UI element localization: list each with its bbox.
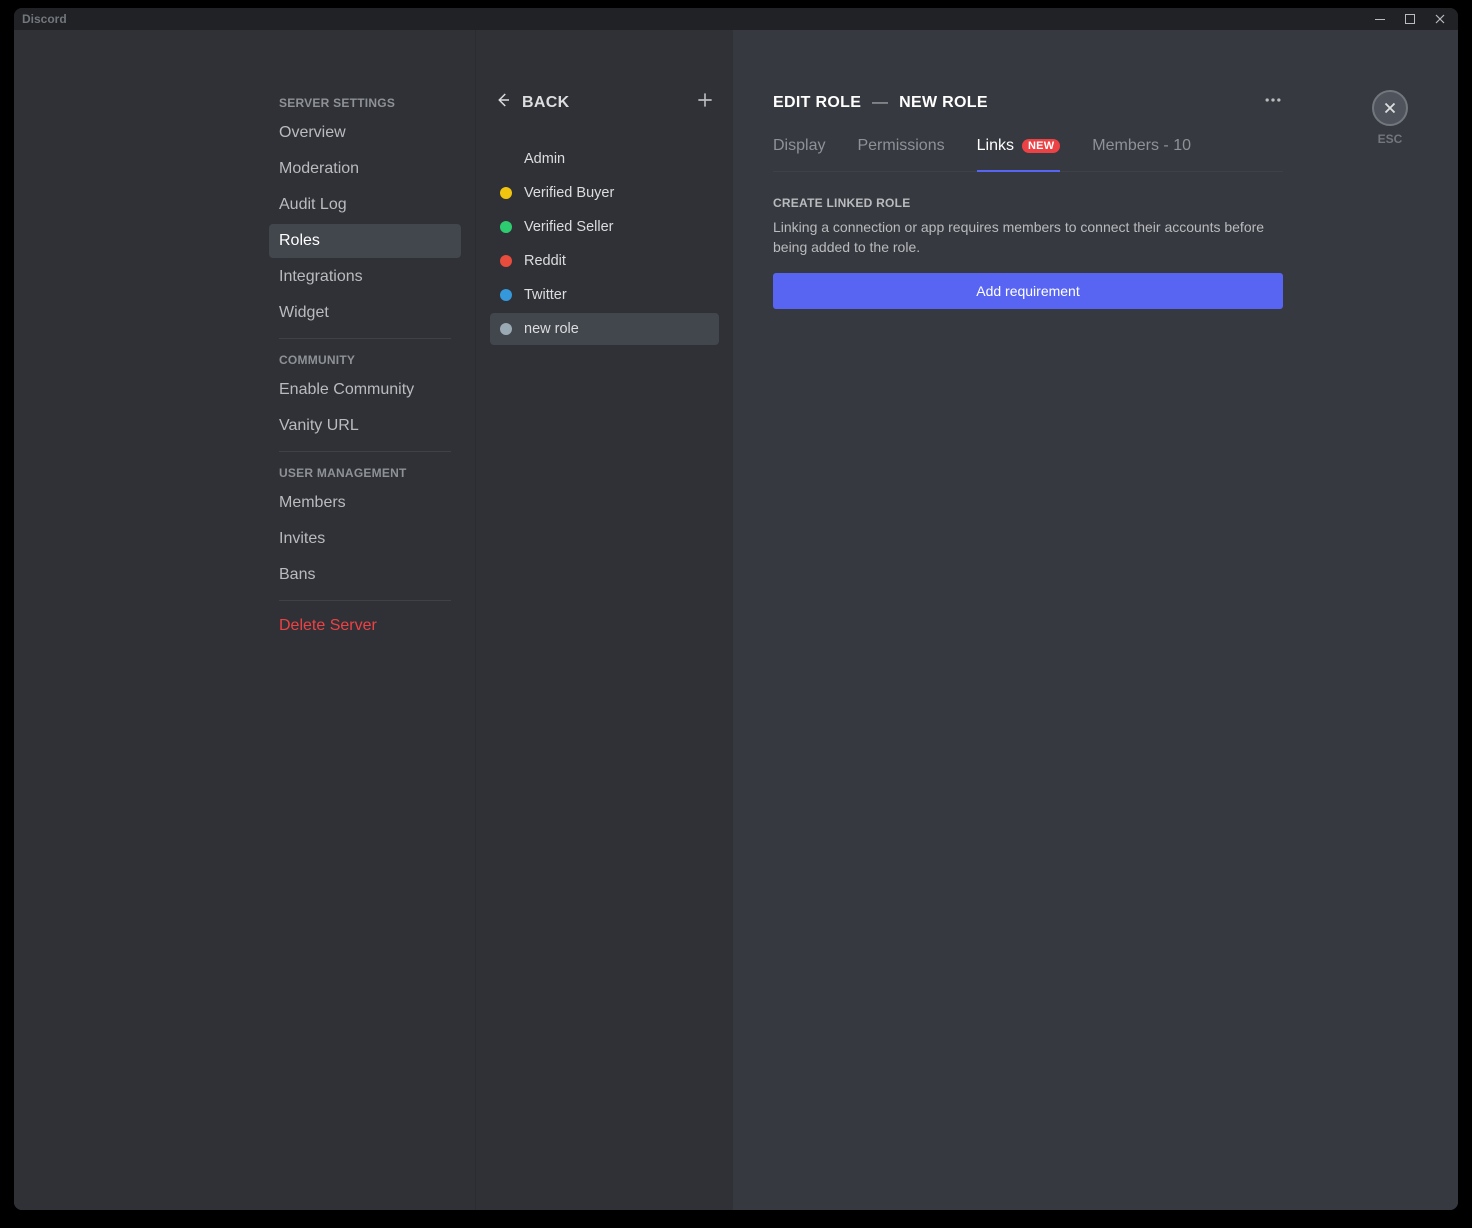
window-titlebar: Discord [14, 8, 1458, 30]
add-role-button[interactable] [695, 90, 715, 115]
role-color-dot [500, 289, 512, 301]
divider [279, 451, 451, 452]
role-item-admin[interactable]: Admin [490, 143, 719, 175]
tab-permissions[interactable]: Permissions [857, 137, 944, 171]
role-label: Reddit [524, 253, 566, 269]
nav-vanity-url[interactable]: Vanity URL [269, 409, 461, 443]
tab-label: Members - 10 [1092, 137, 1191, 155]
more-options-button[interactable] [1263, 90, 1283, 115]
arrow-left-icon [494, 91, 512, 114]
nav-label: Bans [279, 566, 315, 583]
nav-bans[interactable]: Bans [269, 558, 461, 592]
nav-overview[interactable]: Overview [269, 116, 461, 150]
window-title: Discord [22, 12, 1374, 26]
nav-label: Enable Community [279, 381, 414, 398]
role-label: new role [524, 321, 579, 337]
section-header-user-management: USER MANAGEMENT [269, 460, 461, 486]
title-prefix: EDIT ROLE [773, 94, 861, 111]
role-color-dot [500, 187, 512, 199]
nav-label: Roles [279, 232, 320, 249]
role-label: Admin [524, 151, 565, 167]
window-maximize-button[interactable] [1404, 13, 1416, 25]
divider [279, 338, 451, 339]
divider [279, 600, 451, 601]
title-role-name: NEW ROLE [899, 94, 988, 111]
new-badge: NEW [1022, 139, 1060, 153]
nav-roles[interactable]: Roles [269, 224, 461, 258]
nav-label: Overview [279, 124, 346, 141]
settings-sidebar: SERVER SETTINGS Overview Moderation Audi… [14, 30, 475, 1210]
role-color-dot [500, 255, 512, 267]
plus-icon [695, 90, 715, 115]
linked-role-heading: CREATE LINKED ROLE [773, 196, 1283, 210]
close-settings-button[interactable]: ESC [1372, 90, 1408, 146]
role-item-twitter[interactable]: Twitter [490, 279, 719, 311]
role-item-verified-buyer[interactable]: Verified Buyer [490, 177, 719, 209]
section-header-server-settings: SERVER SETTINGS [269, 90, 461, 116]
esc-label: ESC [1378, 132, 1403, 146]
nav-label: Integrations [279, 268, 363, 285]
role-color-dot [500, 221, 512, 233]
tab-display[interactable]: Display [773, 137, 825, 171]
role-color-dot [500, 323, 512, 335]
nav-invites[interactable]: Invites [269, 522, 461, 556]
nav-enable-community[interactable]: Enable Community [269, 373, 461, 407]
add-requirement-button[interactable]: Add requirement [773, 273, 1283, 309]
page-title: EDIT ROLE — NEW ROLE [773, 94, 988, 112]
window-close-button[interactable] [1434, 13, 1446, 25]
nav-label: Vanity URL [279, 417, 359, 434]
role-item-new-role[interactable]: new role [490, 313, 719, 345]
nav-members[interactable]: Members [269, 486, 461, 520]
role-item-verified-seller[interactable]: Verified Seller [490, 211, 719, 243]
role-editor-tabs: Display Permissions Links NEW Members - … [773, 137, 1283, 172]
back-button[interactable]: BACK [494, 91, 570, 114]
nav-moderation[interactable]: Moderation [269, 152, 461, 186]
tab-label: Links [977, 137, 1014, 155]
linked-role-description: Linking a connection or app requires mem… [773, 218, 1283, 257]
title-separator: — [872, 94, 888, 111]
nav-audit-log[interactable]: Audit Log [269, 188, 461, 222]
nav-label: Members [279, 494, 346, 511]
role-editor-panel: EDIT ROLE — NEW ROLE Display Permissions [733, 30, 1458, 1210]
tab-label: Display [773, 137, 825, 155]
role-label: Verified Seller [524, 219, 613, 235]
nav-integrations[interactable]: Integrations [269, 260, 461, 294]
nav-label: Delete Server [279, 617, 377, 634]
roles-list-panel: BACK Admin Verified Buyer Verified Selle… [475, 30, 733, 1210]
nav-label: Audit Log [279, 196, 347, 213]
section-header-community: COMMUNITY [269, 347, 461, 373]
nav-widget[interactable]: Widget [269, 296, 461, 330]
nav-delete-server[interactable]: Delete Server [269, 609, 461, 643]
role-item-reddit[interactable]: Reddit [490, 245, 719, 277]
tab-label: Permissions [857, 137, 944, 155]
close-icon [1372, 90, 1408, 126]
tab-members[interactable]: Members - 10 [1092, 137, 1191, 171]
nav-label: Moderation [279, 160, 359, 177]
ellipsis-icon [1263, 97, 1283, 114]
window-minimize-button[interactable] [1374, 13, 1386, 25]
nav-label: Invites [279, 530, 325, 547]
role-label: Verified Buyer [524, 185, 614, 201]
role-label: Twitter [524, 287, 567, 303]
nav-label: Widget [279, 304, 329, 321]
role-color-dot [500, 153, 512, 165]
back-label: BACK [522, 94, 570, 112]
tab-links[interactable]: Links NEW [977, 137, 1061, 171]
